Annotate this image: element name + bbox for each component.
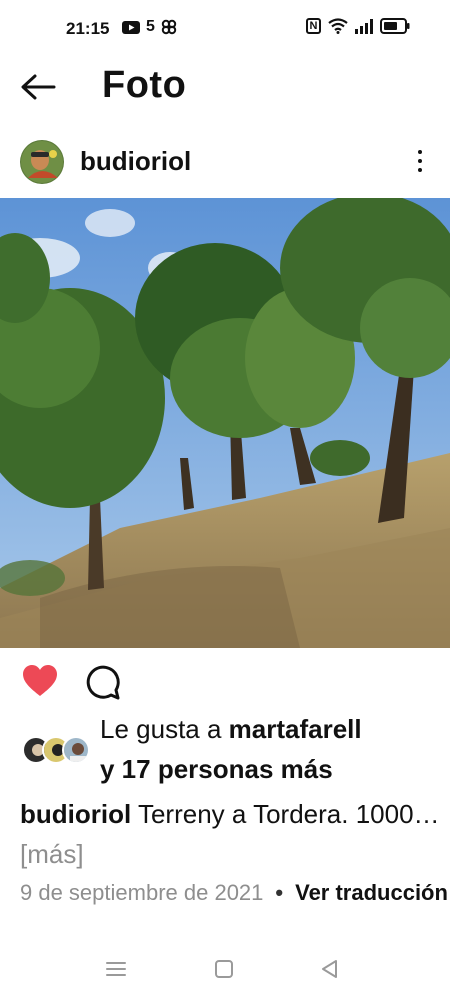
channel-5-icon: 5	[146, 18, 155, 35]
status-bar: 21:15 5 N	[0, 0, 450, 58]
translate-link[interactable]: Ver traducción	[295, 880, 448, 905]
post-meta: 9 de septiembre de 2021 • Ver traducción	[20, 880, 448, 906]
liker-avatars	[22, 736, 92, 766]
likes-others[interactable]: y 17 personas más	[100, 754, 333, 785]
caption-text: Terreny a Tordera. 1000…	[131, 799, 440, 829]
meta-separator: •	[275, 880, 284, 905]
back-triangle-icon[interactable]	[318, 958, 344, 982]
post-username[interactable]: budioriol	[80, 146, 191, 177]
youtube-icon	[122, 20, 140, 34]
top-app-bar: Foto	[0, 58, 450, 120]
post-date: 9 de septiembre de 2021	[20, 880, 264, 905]
status-time: 21:15	[66, 19, 110, 38]
status-right-icons: N	[306, 18, 410, 34]
battery-icon	[380, 18, 410, 34]
likes-text: Le gusta a martafarell	[100, 714, 362, 745]
caption-username[interactable]: budioriol	[20, 799, 131, 829]
system-nav-bar	[0, 940, 450, 1000]
likes-user-link[interactable]: martafarell	[229, 714, 362, 744]
back-arrow-icon[interactable]	[20, 72, 56, 102]
post-actions	[0, 660, 450, 704]
nfc-icon: N	[306, 18, 321, 34]
pinwheel-icon	[161, 19, 177, 35]
more-vertical-icon[interactable]	[410, 146, 430, 176]
post-caption: budioriol Terreny a Tordera. 1000… [más]	[20, 794, 440, 874]
status-left-icons: 5	[122, 18, 177, 36]
page-title: Foto	[102, 64, 187, 106]
liker-avatar	[62, 736, 90, 764]
menu-icon[interactable]	[104, 958, 130, 982]
home-square-icon[interactable]	[212, 958, 238, 982]
heart-icon[interactable]	[22, 664, 58, 698]
post-photo[interactable]	[0, 198, 450, 648]
landscape-photo	[0, 198, 450, 648]
post-header: budioriol	[0, 130, 450, 194]
wifi-icon	[328, 18, 348, 34]
avatar[interactable]	[20, 140, 64, 184]
signal-icon	[355, 18, 373, 34]
likes-prefix: Le gusta a	[100, 714, 229, 744]
nfc-label: N	[309, 20, 318, 32]
comment-icon[interactable]	[84, 664, 120, 700]
caption-more-link[interactable]: [más]	[20, 839, 84, 869]
